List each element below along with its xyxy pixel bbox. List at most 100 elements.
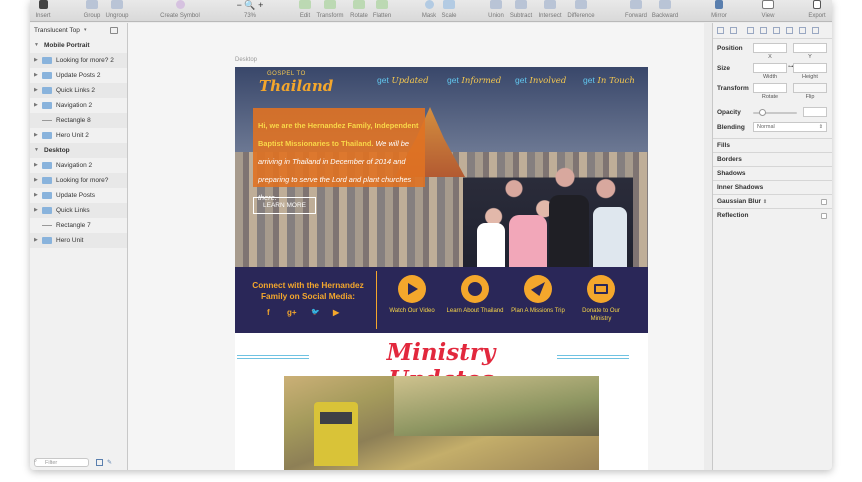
- disclosure-closed-icon[interactable]: ▶: [34, 203, 38, 218]
- reflection-section[interactable]: Reflection: [713, 208, 832, 222]
- edit-button[interactable]: Edit: [298, 0, 312, 22]
- youtube-icon[interactable]: ▶: [333, 308, 339, 317]
- site-logo[interactable]: GOSPEL TO Thailand: [257, 71, 333, 95]
- folder-icon: [42, 102, 52, 109]
- height-input[interactable]: [793, 63, 827, 73]
- fills-section[interactable]: Fills: [713, 138, 832, 152]
- rotate-button[interactable]: Rotate: [348, 0, 370, 22]
- inner-shadows-section[interactable]: Inner Shadows: [713, 180, 832, 194]
- layer-row[interactable]: ▶ Navigation 2: [30, 98, 127, 113]
- chevron-updown-icon: ⇕: [762, 199, 768, 205]
- nav-get-in-touch[interactable]: get In Touch: [583, 75, 635, 86]
- union-button[interactable]: Union: [486, 0, 506, 22]
- shadows-section[interactable]: Shadows: [713, 166, 832, 180]
- disclosure-open-icon[interactable]: ▼: [34, 38, 39, 53]
- artboard-desktop[interactable]: GOSPEL TO Thailand get Updated get Infor…: [235, 67, 648, 470]
- opacity-label: Opacity: [717, 109, 741, 116]
- disclosure-closed-icon[interactable]: ▶: [34, 188, 38, 203]
- disclosure-closed-icon[interactable]: ▶: [34, 98, 38, 113]
- disclosure-closed-icon[interactable]: ▶: [34, 158, 38, 173]
- artboard-filter-icon[interactable]: [96, 459, 103, 466]
- align-left-icon[interactable]: [717, 27, 724, 34]
- layer-row[interactable]: ▶ Quick Links 2: [30, 83, 127, 98]
- opacity-input[interactable]: [803, 107, 827, 117]
- disclosure-closed-icon[interactable]: ▶: [34, 173, 38, 188]
- export-button[interactable]: Export: [806, 0, 828, 22]
- nav-get-involved[interactable]: get Involved: [515, 75, 566, 86]
- flip-buttons[interactable]: [793, 83, 827, 93]
- nav-get-informed[interactable]: get Informed: [447, 75, 501, 86]
- align-right-icon[interactable]: [747, 27, 754, 34]
- layer-row[interactable]: ▶ Quick Links: [30, 203, 127, 218]
- disclosure-closed-icon[interactable]: ▶: [34, 53, 38, 68]
- disclosure-closed-icon[interactable]: ▶: [34, 83, 38, 98]
- disclosure-closed-icon[interactable]: ▶: [34, 233, 38, 248]
- scale-button[interactable]: Scale: [440, 0, 458, 22]
- ungroup-icon: [111, 0, 123, 9]
- flatten-button[interactable]: Flatten: [371, 0, 393, 22]
- canvas-scrollbar[interactable]: [704, 23, 712, 470]
- gaussian-blur-checkbox[interactable]: [821, 199, 827, 205]
- missions-trip-action[interactable]: Plan A Missions Trip: [508, 275, 568, 315]
- align-middle-icon[interactable]: [773, 27, 780, 34]
- align-bottom-icon[interactable]: [786, 27, 793, 34]
- layer-row[interactable]: ▶ Looking for more?: [30, 173, 127, 188]
- difference-button[interactable]: Difference: [565, 0, 597, 22]
- reflection-checkbox[interactable]: [821, 213, 827, 219]
- layer-row[interactable]: ▶ Hero Unit 2: [30, 128, 127, 143]
- backward-button[interactable]: Backward: [650, 0, 680, 22]
- group-button[interactable]: Group: [82, 0, 102, 22]
- mirror-button[interactable]: Mirror: [708, 0, 730, 22]
- layer-row[interactable]: ▶ Update Posts: [30, 188, 127, 203]
- subtract-button[interactable]: Subtract: [508, 0, 534, 22]
- layer-row[interactable]: ▶ Hero Unit: [30, 233, 127, 248]
- intersect-button[interactable]: Intersect: [536, 0, 564, 22]
- watch-video-action[interactable]: Watch Our Video: [382, 275, 442, 315]
- google-plus-icon[interactable]: g+: [287, 308, 297, 317]
- hero-unit: GOSPEL TO Thailand get Updated get Infor…: [235, 67, 648, 267]
- layer-row[interactable]: ▼ Desktop: [30, 143, 127, 158]
- gaussian-blur-section[interactable]: Gaussian Blur ⇕: [713, 194, 832, 208]
- transform-button[interactable]: Transform: [316, 0, 344, 22]
- rotate-input[interactable]: [753, 83, 787, 93]
- layer-row[interactable]: Rectangle 8: [30, 113, 127, 128]
- mask-button[interactable]: Mask: [420, 0, 438, 22]
- learn-more-button[interactable]: LEARN MORE: [253, 197, 316, 214]
- filter-input[interactable]: Filter: [34, 458, 89, 467]
- width-input[interactable]: [753, 63, 787, 73]
- transform-icon: [324, 0, 336, 9]
- disclosure-closed-icon[interactable]: ▶: [34, 128, 38, 143]
- view-button[interactable]: View: [758, 0, 778, 22]
- collapse-icon[interactable]: [110, 27, 118, 34]
- layer-row[interactable]: Rectangle 7: [30, 218, 127, 233]
- distribute-vertical-icon[interactable]: [812, 27, 819, 34]
- insert-button[interactable]: Insert: [34, 0, 52, 22]
- page-selector[interactable]: Translucent Top ▾: [30, 24, 127, 37]
- disclosure-open-icon[interactable]: ▼: [34, 143, 39, 158]
- facebook-icon[interactable]: f: [267, 308, 270, 317]
- zoom-control[interactable]: − 🔍 + 73%: [230, 0, 270, 22]
- canvas[interactable]: Desktop GOSPEL TO Thailand get Updated g…: [128, 23, 704, 470]
- edit-slice-icon[interactable]: ✎: [107, 459, 112, 466]
- layer-row[interactable]: ▶ Navigation 2: [30, 158, 127, 173]
- disclosure-closed-icon[interactable]: ▶: [34, 68, 38, 83]
- create-symbol-button[interactable]: Create Symbol: [158, 0, 202, 22]
- donate-action[interactable]: Donate to Our Ministry: [571, 275, 631, 323]
- align-top-icon[interactable]: [760, 27, 767, 34]
- x-input[interactable]: [753, 43, 787, 53]
- layer-row[interactable]: ▼ Mobile Portrait: [30, 38, 127, 53]
- layers-panel: Translucent Top ▾ ▼ Mobile Portrait ▶ Looki…: [30, 23, 128, 470]
- y-input[interactable]: [793, 43, 827, 53]
- nav-get-updated[interactable]: get Updated: [377, 75, 429, 86]
- blending-select[interactable]: Normal ⇕: [753, 122, 827, 132]
- forward-button[interactable]: Forward: [624, 0, 648, 22]
- align-center-icon[interactable]: [730, 27, 737, 34]
- learn-thailand-action[interactable]: Learn About Thailand: [445, 275, 505, 315]
- borders-section[interactable]: Borders: [713, 152, 832, 166]
- twitter-icon[interactable]: 🐦: [311, 308, 320, 316]
- ungroup-button[interactable]: Ungroup: [104, 0, 130, 22]
- layer-row[interactable]: ▶ Update Posts 2: [30, 68, 127, 83]
- layer-row[interactable]: ▶ Looking for more? 2: [30, 53, 127, 68]
- distribute-horizontal-icon[interactable]: [799, 27, 806, 34]
- opacity-slider-knob[interactable]: [759, 109, 766, 116]
